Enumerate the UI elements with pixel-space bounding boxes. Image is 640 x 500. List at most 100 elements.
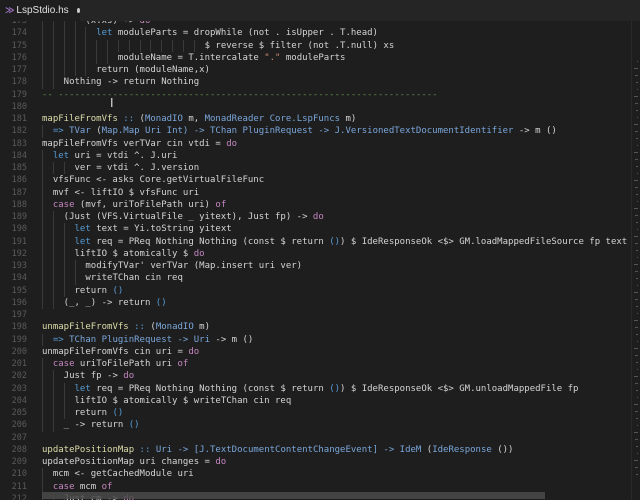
code-token: updatePositionMap uri changes = — [42, 457, 216, 467]
code-text: Just fp -> do — [64, 370, 134, 382]
indent-guide — [42, 186, 43, 199]
code-editor[interactable]: 173 (x:xs) -> do 174 let moduleParts = drop… — [0, 21, 640, 500]
minimap[interactable] — [631, 21, 640, 500]
line-number: 189 — [11, 212, 27, 222]
code-text: mvf <- liftIO $ vfsFunc uri — [53, 187, 199, 199]
code-token: IdeM — [399, 444, 422, 455]
code-token: mcm <- getCachedModule uri — [52, 469, 194, 480]
horizontal-scrollbar[interactable] — [42, 492, 545, 499]
code-token: case — [52, 359, 75, 369]
indent-guide — [42, 358, 43, 371]
code-token: of — [177, 359, 189, 369]
indent-guide — [42, 272, 43, 285]
code-token: (x:xs) -> — [85, 21, 140, 26]
code-text: Nothing -> return Nothing — [64, 76, 199, 88]
code-token: return (moduleName,x) — [96, 65, 210, 75]
line-number: 212 — [11, 493, 27, 500]
code-token: TChan PluginRequest — [210, 126, 313, 137]
minimap-mark — [634, 124, 638, 125]
code-token: :: — [134, 322, 145, 333]
line-number: 211 — [11, 481, 27, 492]
indent-guide — [52, 260, 54, 273]
indent-guide — [63, 247, 65, 260]
indent-guide — [42, 51, 43, 64]
code-token: TChan PluginRequest — [69, 334, 173, 345]
line-number: 186 — [11, 175, 27, 186]
code-token: do — [123, 371, 135, 382]
code-token: let — [74, 383, 91, 394]
code-token: $ reverse $ filter (not .T.null) xs — [204, 40, 395, 51]
tab-lspstdio[interactable]: ≫ LspStdio.hs — [0, 0, 80, 21]
indent-guide — [42, 235, 43, 248]
minimap-mark — [637, 397, 638, 398]
indent-guide — [74, 272, 76, 285]
indent-guide — [63, 407, 65, 420]
code-text: updatePositionMap :: Uri -> [J.TextDocum… — [42, 444, 513, 456]
indent-guide — [42, 247, 43, 260]
indent-guide — [42, 162, 43, 175]
indent-guide — [96, 39, 98, 52]
minimap-mark — [636, 334, 638, 335]
indent-guide — [42, 174, 43, 187]
minimap-mark — [634, 348, 638, 349]
code-token: do — [226, 138, 238, 149]
line-number: 180 — [11, 101, 27, 112]
code-token: Map.Map Uri Int — [101, 126, 183, 137]
line-number: 181 — [11, 114, 27, 124]
minimap-mark — [636, 194, 638, 195]
indent-guide — [52, 211, 54, 224]
tab-label: LspStdio.hs — [16, 5, 69, 16]
code-token: _ -> return — [63, 420, 129, 431]
minimap-mark — [635, 411, 638, 412]
code-text: mapFileFromVfs :: (MonadIO m, MonadReade… — [42, 113, 356, 125]
code-token: m, — [182, 114, 205, 124]
code-text: return () — [75, 407, 124, 419]
code-text: mcm <- getCachedModule uri — [53, 468, 194, 480]
code-token: Just fp -> — [63, 371, 124, 382]
indent-guide — [74, 27, 76, 40]
minimap-mark — [635, 187, 638, 188]
minimap-mark — [635, 103, 638, 104]
line-number: 179 — [11, 89, 27, 100]
code-token: ( — [144, 322, 156, 333]
indent-guide — [42, 382, 43, 395]
code-token: moduleParts — [280, 52, 346, 63]
code-token: -> [ — [172, 444, 200, 455]
code-text: return () — [75, 285, 124, 297]
code-text: case (mvf, uriToFilePath uri) of — [53, 199, 226, 211]
minimap-mark — [635, 215, 638, 216]
code-token: req = PReq Nothing Nothing (const $ retu… — [90, 383, 330, 394]
line-number: 208 — [11, 444, 27, 455]
indent-guide — [52, 247, 54, 260]
minimap-mark — [635, 159, 638, 160]
line-number: 194 — [11, 273, 27, 284]
indent-guide — [52, 419, 54, 432]
code-text: let req = PReq Nothing Nothing (const $ … — [75, 236, 628, 248]
indent-guide — [63, 162, 65, 175]
code-token: IdeResponse — [432, 444, 492, 455]
code-token: Nothing -> return Nothing — [63, 77, 200, 88]
minimap-mark — [637, 257, 638, 258]
indent-guide — [85, 27, 87, 40]
modified-dot-icon[interactable] — [76, 8, 80, 13]
indent-guide — [63, 260, 65, 273]
code-text: case uriToFilePath uri of — [53, 358, 188, 370]
code-token: ver = vtdi ^. J.version — [74, 163, 200, 173]
indent-guide — [42, 468, 43, 481]
indent-guide — [74, 64, 76, 77]
code-token: updatePositionMap — [42, 444, 140, 455]
indent-guide — [42, 333, 43, 346]
minimap-mark — [635, 439, 638, 440]
minimap-mark — [634, 68, 638, 69]
minimap-mark — [634, 320, 638, 321]
code-token: mvf <- liftIO $ vfsFunc uri — [52, 187, 200, 198]
indent-guide — [42, 76, 43, 89]
minimap-mark — [636, 250, 638, 251]
code-token: ] -> — [372, 444, 400, 455]
indent-guide — [52, 382, 54, 395]
indent-guide — [52, 394, 54, 407]
code-text: $ reverse $ filter (not .T.null) xs — [205, 40, 395, 52]
code-token: ( — [421, 444, 433, 455]
code-text: unmapFileFromVfs cin uri = do — [42, 346, 199, 358]
code-token: let — [52, 150, 70, 161]
